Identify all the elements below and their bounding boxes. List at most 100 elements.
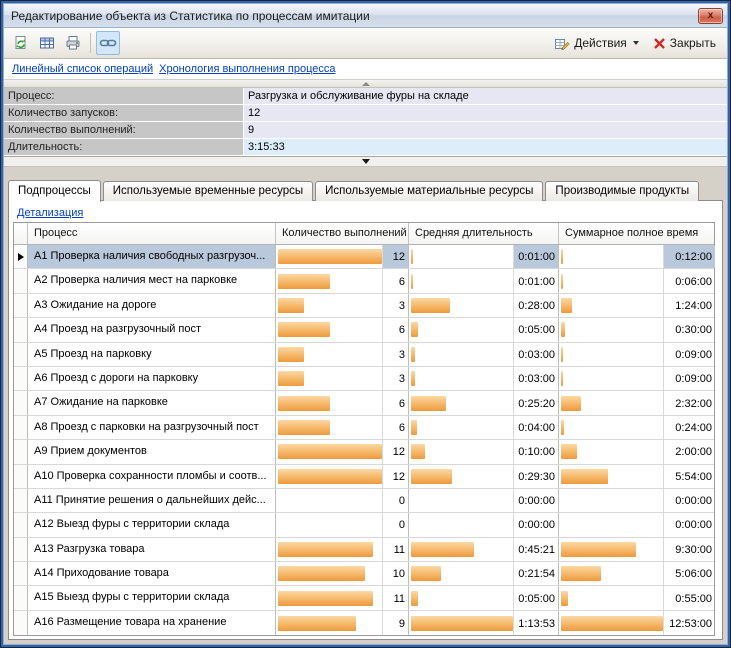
bar-zone [409, 294, 513, 317]
cell-value: 0:00:00 [663, 489, 715, 512]
process-name: А10 Проверка сохранности пломбы и соотв.… [28, 465, 276, 488]
value-bar [278, 371, 304, 386]
window-close-button[interactable]: x [698, 8, 723, 24]
bar-cell: 6 [276, 416, 409, 439]
row-marker [14, 416, 28, 439]
bar-cell: 12:53:00 [559, 611, 715, 635]
value-bar [561, 566, 601, 581]
value-bar [278, 469, 382, 484]
refresh-button[interactable] [9, 31, 33, 55]
value-bar [411, 249, 413, 264]
property-value[interactable]: 9 [244, 122, 727, 138]
bar-zone [409, 465, 513, 488]
tab-inactive[interactable]: Производимые продукты [545, 181, 699, 201]
process-name: А8 Проезд с парковки на разгрузочный пос… [28, 416, 276, 439]
process-name: А3 Ожидание на дороге [28, 294, 276, 317]
table-row[interactable]: А12 Выезд фуры с территории склада00:00:… [14, 513, 714, 537]
bar-zone [409, 343, 513, 366]
table-row[interactable]: А4 Проезд на разгрузочный пост60:05:000:… [14, 318, 714, 342]
header-total-time[interactable]: Суммарное полное время [559, 223, 715, 244]
bar-zone [559, 538, 663, 561]
actions-button[interactable]: Действия [547, 31, 646, 55]
bar-cell: 0:05:00 [409, 586, 559, 609]
links-row: Линейный список операций Хронология выпо… [4, 59, 727, 80]
header-avg-duration[interactable]: Средняя длительность [409, 223, 559, 244]
header-count[interactable]: Количество выполнений [276, 223, 409, 244]
bar-cell: 1:24:00 [559, 294, 715, 317]
bar-zone [409, 513, 513, 536]
bar-cell: 12 [276, 440, 409, 463]
bar-cell: 0:00:00 [559, 489, 715, 512]
close-x-icon [653, 37, 666, 50]
table-row[interactable]: А10 Проверка сохранности пломбы и соотв.… [14, 465, 714, 489]
value-bar [561, 371, 563, 386]
tab-active[interactable]: Подпроцессы [8, 180, 101, 202]
table-row[interactable]: А14 Приходование товара100:21:545:06:00 [14, 562, 714, 586]
bar-zone [276, 611, 382, 635]
row-marker [14, 343, 28, 366]
bar-cell: 0:00:00 [409, 513, 559, 536]
close-button[interactable]: Закрыть [646, 32, 723, 54]
table-row[interactable]: А8 Проезд с парковки на разгрузочный пос… [14, 416, 714, 440]
process-name: А15 Выезд фуры с территории склада [28, 586, 276, 609]
property-value[interactable]: Разгрузка и обслуживание фуры на складе [244, 88, 727, 104]
property-label: Процесс: [4, 88, 244, 104]
table-row[interactable]: А9 Прием документов120:10:002:00:00 [14, 440, 714, 464]
tab-inactive[interactable]: Используемые временные ресурсы [103, 181, 313, 201]
table-row[interactable]: А3 Ожидание на дороге30:28:001:24:00 [14, 294, 714, 318]
linked-view-button[interactable] [96, 31, 120, 55]
splitter-collapse-down[interactable] [4, 157, 727, 167]
value-bar [278, 616, 356, 631]
selected-row-arrow-icon [18, 253, 24, 261]
actions-label: Действия [574, 36, 627, 50]
table-row[interactable]: А16 Размещение товара на хранение91:13:5… [14, 611, 714, 635]
bar-cell: 5:06:00 [559, 562, 715, 585]
table-row[interactable]: А5 Проезд на парковку30:03:000:09:00 [14, 343, 714, 367]
bar-zone [276, 269, 382, 292]
bar-cell: 1:13:53 [409, 611, 559, 635]
table-row[interactable]: А2 Проверка наличия мест на парковке60:0… [14, 269, 714, 293]
table-body: А1 Проверка наличия свободных разгрузоч.… [14, 245, 714, 635]
actions-icon [554, 35, 570, 51]
linear-list-link[interactable]: Линейный список операций [12, 63, 153, 75]
bar-zone [409, 489, 513, 512]
cell-value: 10 [382, 562, 408, 585]
bar-zone [276, 489, 382, 512]
cell-value: 0:12:00 [663, 245, 715, 268]
tab-inactive[interactable]: Используемые материальные ресурсы [315, 181, 543, 201]
property-value[interactable]: 12 [244, 105, 727, 121]
bar-zone [559, 586, 663, 609]
process-name: А5 Проезд на парковку [28, 343, 276, 366]
table-row[interactable]: А13 Разгрузка товара110:45:219:30:00 [14, 538, 714, 562]
cell-value: 11 [382, 586, 408, 609]
cell-value: 12:53:00 [663, 611, 715, 635]
splitter-collapse-up[interactable] [4, 80, 727, 88]
table-row[interactable]: А7 Ожидание на парковке60:25:202:32:00 [14, 391, 714, 415]
cell-value: 2:00:00 [663, 440, 715, 463]
chronology-link[interactable]: Хронология выполнения процесса [159, 63, 335, 75]
header-process[interactable]: Процесс [28, 223, 276, 244]
row-marker [14, 586, 28, 609]
bar-cell: 11 [276, 586, 409, 609]
table-row[interactable]: А1 Проверка наличия свободных разгрузоч.… [14, 245, 714, 269]
detail-link[interactable]: Детализация [17, 207, 83, 219]
table-row[interactable]: А6 Проезд с дороги на парковку30:03:000:… [14, 367, 714, 391]
table-row[interactable]: А11 Принятие решения о дальнейших дейс..… [14, 489, 714, 513]
bar-cell: 0:09:00 [559, 343, 715, 366]
property-value[interactable]: 3:15:33 [244, 139, 727, 155]
value-bar [278, 298, 304, 313]
table-row[interactable]: А15 Выезд фуры с территории склада 110:05… [14, 586, 714, 610]
toolbar-separator [90, 33, 91, 53]
bar-zone [559, 489, 663, 512]
row-marker [14, 611, 28, 635]
bar-zone [409, 391, 513, 414]
print-button[interactable] [61, 31, 85, 55]
property-row: Процесс:Разгрузка и обслуживание фуры на… [4, 88, 727, 105]
property-label: Количество запусков: [4, 105, 244, 121]
cell-value: 1:24:00 [663, 294, 715, 317]
bar-zone [409, 318, 513, 341]
subprocess-table: Процесс Количество выполнений Средняя дл… [13, 222, 715, 636]
bar-cell: 0:00:00 [409, 489, 559, 512]
cell-value: 9:30:00 [663, 538, 715, 561]
grid-view-button[interactable] [35, 31, 59, 55]
